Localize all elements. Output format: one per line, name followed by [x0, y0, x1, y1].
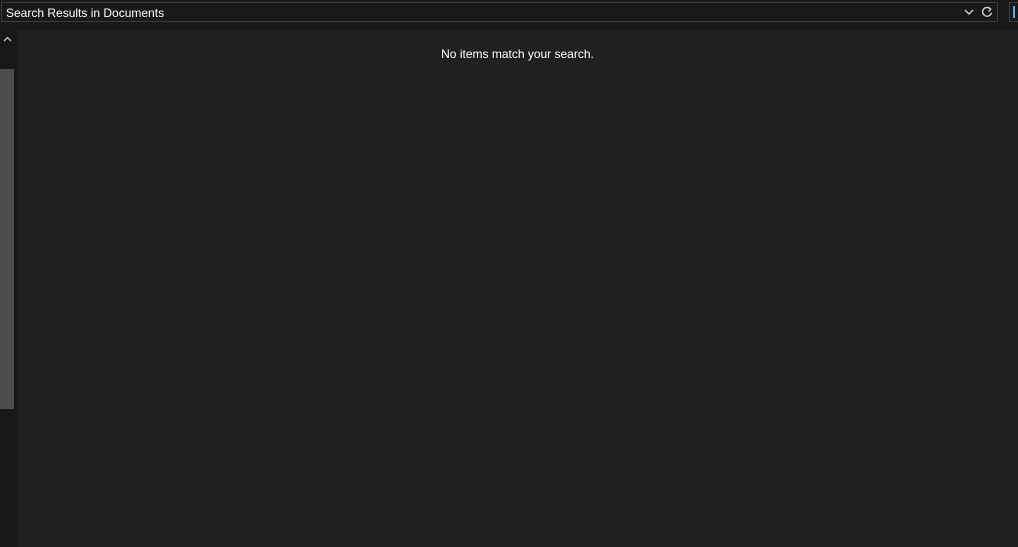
- scrollbar-thumb[interactable]: [0, 69, 14, 409]
- navigation-pane[interactable]: [0, 30, 16, 547]
- address-bar-location[interactable]: Search Results in Documents: [6, 6, 164, 20]
- file-explorer-window: Search Results in Documents No items mat…: [0, 0, 1018, 547]
- empty-results-message: No items match your search.: [441, 47, 594, 61]
- search-results-pane[interactable]: No items match your search.: [17, 30, 1018, 547]
- text-caret: [1013, 6, 1015, 18]
- chevron-up-icon[interactable]: [0, 30, 14, 48]
- chevron-down-icon[interactable]: [961, 4, 977, 20]
- address-bar[interactable]: Search Results in Documents: [1, 2, 998, 22]
- search-box[interactable]: [1009, 2, 1018, 22]
- refresh-icon[interactable]: [979, 4, 995, 20]
